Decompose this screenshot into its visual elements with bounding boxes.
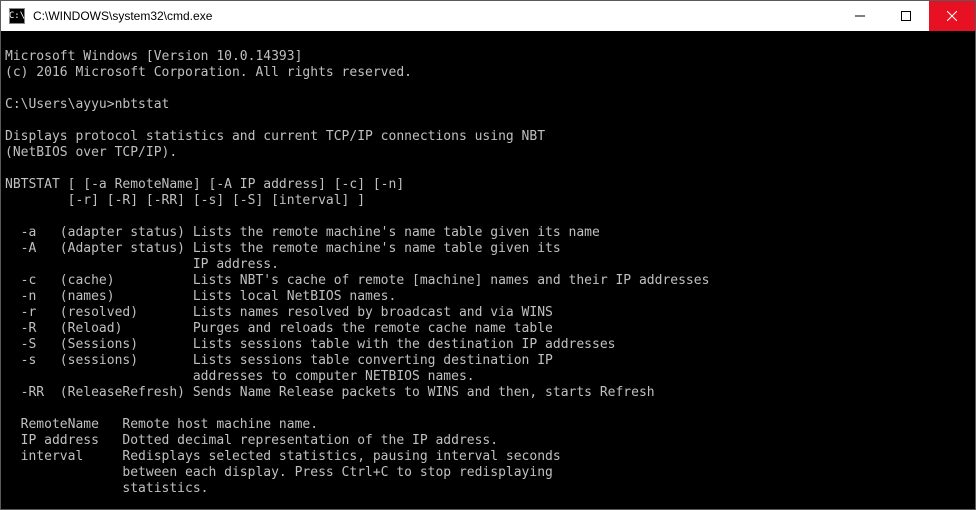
arg-line: interval Redisplays selected statistics,… bbox=[5, 449, 561, 464]
window-title: C:\WINDOWS\system32\cmd.exe bbox=[31, 9, 837, 23]
arg-line: statistics. bbox=[5, 481, 209, 496]
usage-line: NBTSTAT [ [-a RemoteName] [-A IP address… bbox=[5, 177, 404, 192]
option-line: IP address. bbox=[5, 257, 279, 272]
option-line: addresses to computer NETBIOS names. bbox=[5, 369, 475, 384]
option-line: -RR (ReleaseRefresh) Sends Name Release … bbox=[5, 385, 655, 400]
prompt-line: C:\Users\ayyu>nbtstat bbox=[5, 97, 169, 112]
maximize-button[interactable] bbox=[883, 1, 929, 31]
option-line: -A (Adapter status) Lists the remote mac… bbox=[5, 241, 561, 256]
minimize-button[interactable] bbox=[837, 1, 883, 31]
terminal-output[interactable]: Microsoft Windows [Version 10.0.14393] (… bbox=[1, 31, 975, 509]
usage-line: [-r] [-R] [-RR] [-s] [-S] [interval] ] bbox=[5, 193, 365, 208]
option-line: -n (names) Lists local NetBIOS names. bbox=[5, 289, 396, 304]
arg-line: between each display. Press Ctrl+C to st… bbox=[5, 465, 553, 480]
option-line: -r (resolved) Lists names resolved by br… bbox=[5, 305, 553, 320]
banner-line: (c) 2016 Microsoft Corporation. All righ… bbox=[5, 65, 412, 80]
option-line: -c (cache) Lists NBT's cache of remote [… bbox=[5, 273, 709, 288]
banner-line: Microsoft Windows [Version 10.0.14393] bbox=[5, 49, 302, 64]
cmd-icon: C:\ bbox=[9, 8, 25, 24]
close-button[interactable] bbox=[929, 1, 975, 31]
option-line: -a (adapter status) Lists the remote mac… bbox=[5, 225, 600, 240]
option-line: -s (sessions) Lists sessions table conve… bbox=[5, 353, 553, 368]
window-controls bbox=[837, 1, 975, 31]
option-line: -S (Sessions) Lists sessions table with … bbox=[5, 337, 615, 352]
option-line: -R (Reload) Purges and reloads the remot… bbox=[5, 321, 553, 336]
arg-line: IP address Dotted decimal representation… bbox=[5, 433, 498, 448]
desc-line: Displays protocol statistics and current… bbox=[5, 129, 545, 144]
desc-line: (NetBIOS over TCP/IP). bbox=[5, 145, 177, 160]
titlebar[interactable]: C:\ C:\WINDOWS\system32\cmd.exe bbox=[1, 1, 975, 31]
cmd-window: C:\ C:\WINDOWS\system32\cmd.exe Microsof… bbox=[0, 0, 976, 510]
arg-line: RemoteName Remote host machine name. bbox=[5, 417, 318, 432]
